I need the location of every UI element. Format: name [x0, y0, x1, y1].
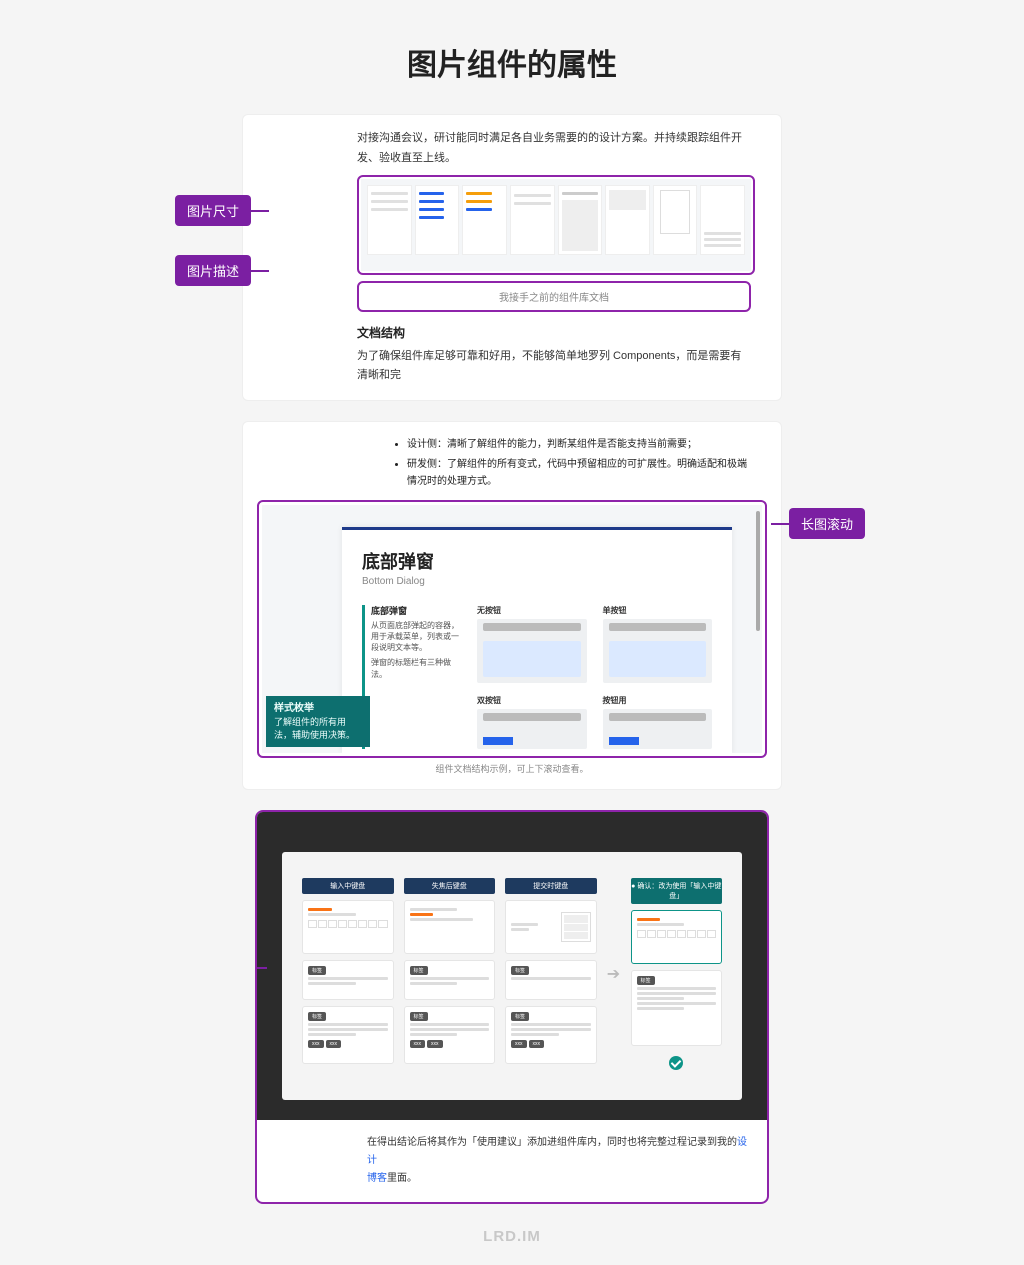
- zoom-card: [404, 900, 496, 954]
- thumb: [700, 185, 745, 255]
- section-body: 为了确保组件库足够可靠和好用，不能够简单地罗列 Components，而是需要有…: [357, 347, 747, 387]
- doc-left-column: 底部弹窗 从页面底部弹起的容器，用于承载菜单，列表或一段说明文本等。 弹窗的标题…: [362, 605, 461, 749]
- after-zoom-text: 在得出结论后将其作为「使用建议」添加进组件库内，同时也将完整过程记录到我的设计 …: [367, 1134, 747, 1188]
- zoom-card: 标签: [404, 960, 496, 1000]
- cell-label: 单按钮: [603, 605, 713, 616]
- annotation-image-size: 图片尺寸: [175, 195, 251, 226]
- thumb: [653, 185, 698, 255]
- zoom-card: 标签: [505, 960, 597, 1000]
- card-scroll-doc: 设计侧：清晰了解组件的能力，判断某组件是否能支持当前需要； 研发侧：了解组件的所…: [242, 421, 782, 790]
- zoom-viewport[interactable]: 输入中键盘 标签 标签xxxxxx 失焦后键盘: [257, 812, 767, 1120]
- zoom-col-header: ● 确认：改为使用「输入中键盘」: [631, 878, 723, 904]
- thumb: [558, 185, 603, 255]
- zoom-card: 标签xxxxxx: [404, 1006, 496, 1064]
- text: 里面。: [387, 1173, 417, 1184]
- arrow-right-icon: ➔: [607, 964, 621, 984]
- zoom-col-header: 输入中键盘: [302, 878, 394, 894]
- tall-image-frame: 底部弹窗 Bottom Dialog 底部弹窗 从页面底部弹起的容器，用于承载菜…: [257, 500, 767, 758]
- thumb: [415, 185, 460, 255]
- zoom-card: [505, 900, 597, 954]
- intro-text: 对接沟通会议，研讨能同时满足各自业务需要的的设计方案。并持续跟踪组件开发、验收直…: [357, 129, 747, 169]
- doc-cell: 双按钮: [477, 695, 587, 749]
- zoom-card: [631, 910, 723, 964]
- doc-cell: 单按钮: [603, 605, 713, 683]
- image-size-frame: [357, 175, 755, 275]
- zoom-col: 输入中键盘 标签 标签xxxxxx: [302, 878, 394, 1064]
- annotation-scroll: 长图滚动: [789, 508, 865, 539]
- zoom-col-header: 提交时键盘: [505, 878, 597, 894]
- check-icon: [669, 1056, 683, 1070]
- style-enum-tag: 样式枚举 了解组件的所有用法，辅助使用决策。: [266, 696, 370, 747]
- cell-label: 按钮用: [603, 695, 713, 706]
- doc-left-head: 底部弹窗: [371, 605, 461, 618]
- zoom-card: 标签xxxxxx: [505, 1006, 597, 1064]
- bullet-list: 设计侧：清晰了解组件的能力，判断某组件是否能支持当前需要； 研发侧：了解组件的所…: [367, 436, 747, 490]
- image-caption-frame: 我接手之前的组件库文档: [357, 281, 751, 312]
- zoom-col: 失焦后键盘 标签 标签xxxxxx: [404, 878, 496, 1064]
- doc-grid: 无按钮 单按钮 双按钮 按钮用: [477, 605, 712, 749]
- thumb: [605, 185, 650, 255]
- document-sheet: 底部弹窗 Bottom Dialog 底部弹窗 从页面底部弹起的容器，用于承载菜…: [342, 527, 732, 753]
- cell-label: 双按钮: [477, 695, 587, 706]
- page-title: 图片组件的属性: [0, 40, 1024, 84]
- text: 在得出结论后将其作为「使用建议」添加进组件库内，同时也将完整过程记录到我的: [367, 1137, 737, 1148]
- zoom-col-result: ● 确认：改为使用「输入中键盘」 标签: [631, 878, 723, 1070]
- thumb: [462, 185, 507, 255]
- thumbnail-strip: [361, 179, 751, 271]
- section-title: 文档结构: [357, 324, 767, 341]
- link-blog[interactable]: 博客: [367, 1173, 387, 1184]
- zoom-card: 标签: [631, 970, 723, 1046]
- zoom-card: [302, 900, 394, 954]
- doc-title: 底部弹窗: [362, 548, 712, 574]
- doc-cell: 无按钮: [477, 605, 587, 683]
- zoom-col-header: 失焦后键盘: [404, 878, 496, 894]
- doc-cell: 按钮用: [603, 695, 713, 749]
- thumb: [367, 185, 412, 255]
- zoom-sheet: 输入中键盘 标签 标签xxxxxx 失焦后键盘: [282, 852, 742, 1100]
- card-image-props: 对接沟通会议，研讨能同时满足各自业务需要的的设计方案。并持续跟踪组件开发、验收直…: [242, 114, 782, 401]
- zoom-col: 提交时键盘 标签 标签xxxxxx: [505, 878, 597, 1064]
- style-tag-body: 了解组件的所有用法，辅助使用决策。: [274, 716, 362, 741]
- style-tag-head: 样式枚举: [274, 702, 362, 716]
- tall-caption: 组件文档结构示例，可上下滚动查看。: [257, 762, 767, 775]
- image-caption: 我接手之前的组件库文档: [499, 293, 609, 304]
- zoom-card: 标签: [302, 960, 394, 1000]
- zoom-card: 标签xxxxxx: [302, 1006, 394, 1064]
- scrollbar[interactable]: [756, 511, 760, 631]
- watermark: LRD.IM: [242, 1228, 782, 1245]
- annotation-image-desc: 图片描述: [175, 255, 251, 286]
- thumb: [510, 185, 555, 255]
- doc-left-body: 从页面底部弹起的容器，用于承载菜单，列表或一段说明文本等。: [371, 620, 461, 654]
- doc-subtitle: Bottom Dialog: [362, 576, 712, 587]
- cell-label: 无按钮: [477, 605, 587, 616]
- tall-image-inner[interactable]: 底部弹窗 Bottom Dialog 底部弹窗 从页面底部弹起的容器，用于承载菜…: [262, 505, 762, 753]
- bullet-item: 研发侧：了解组件的所有变式，代码中预留相应的可扩展性。明确适配和极端情况时的处理…: [407, 456, 747, 490]
- card-zoom: 输入中键盘 标签 标签xxxxxx 失焦后键盘: [255, 810, 769, 1204]
- doc-left-body: 弹窗的标题栏有三种做法。: [371, 657, 461, 679]
- bullet-item: 设计侧：清晰了解组件的能力，判断某组件是否能支持当前需要；: [407, 436, 747, 453]
